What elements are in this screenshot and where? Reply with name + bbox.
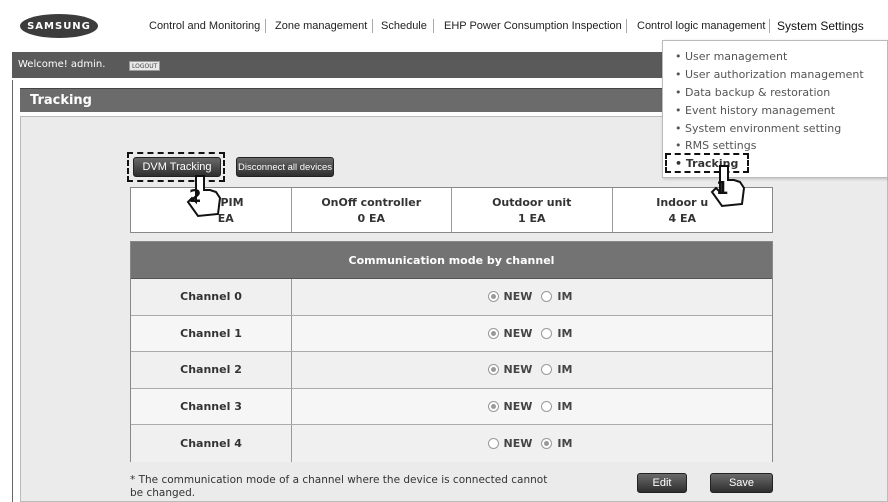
edit-button[interactable]: Edit (637, 473, 687, 493)
count-label: Outdoor unit (492, 195, 572, 209)
radio-label: NEW (503, 399, 533, 413)
disconnect-all-button[interactable]: Disconnect all devices (236, 157, 334, 177)
footnote: * The communication mode of a channel wh… (130, 474, 548, 499)
radio-new[interactable] (487, 327, 499, 339)
channel-label: Channel 1 (131, 315, 292, 351)
radio-im[interactable] (541, 437, 553, 449)
save-button[interactable]: Save (710, 473, 773, 493)
logout-button[interactable]: LOGOUT (129, 61, 161, 71)
menu-item-system-environment[interactable]: • System environment setting (675, 122, 841, 135)
radio-new[interactable] (487, 364, 499, 376)
nav-zone-management[interactable]: Zone management (275, 20, 367, 32)
count-value: 0 EA (357, 211, 385, 225)
radio-label: NEW (503, 290, 533, 304)
radio-label: NEW (503, 326, 533, 340)
nav-control-monitoring[interactable]: Control and Monitoring (149, 20, 260, 32)
channel-mode-table: Communication mode by channel Channel 0N… (130, 241, 773, 462)
channel-label: Channel 0 (131, 279, 292, 315)
count-cell-onoff: OnOff controller 0 EA (292, 188, 452, 232)
channel-label: Channel 2 (131, 352, 292, 388)
menu-item-user-management[interactable]: • User management (675, 50, 787, 63)
page-title: Tracking (30, 93, 92, 108)
radio-new[interactable] (487, 400, 499, 412)
menu-item-event-history[interactable]: • Event history management (675, 104, 835, 117)
radio-new[interactable] (487, 437, 499, 449)
step-number-1: 1 (716, 178, 729, 199)
channel-row: Channel 4 NEW IM (131, 425, 772, 462)
channel-mode-options: NEW IM (292, 316, 772, 352)
channel-mode-options: NEW IM (292, 389, 772, 425)
nav-ehp-power[interactable]: EHP Power Consumption Inspection (444, 20, 622, 32)
nav-divider (626, 19, 627, 33)
channel-label: Channel 3 (131, 388, 292, 424)
nav-divider (433, 19, 434, 33)
radio-label: IM (557, 326, 573, 340)
nav-system-settings[interactable]: System Settings (777, 19, 864, 33)
radio-im[interactable] (541, 291, 553, 303)
count-label: OnOff controller (321, 195, 422, 209)
count-value: 1 EA (517, 211, 546, 225)
nav-divider (265, 19, 266, 33)
radio-im[interactable] (541, 327, 553, 339)
channel-rows: Channel 0 NEW IM Channel 1 NEW IM Channel 2 NEW… (131, 279, 772, 462)
channel-row: Channel 2 NEW IM (131, 352, 772, 389)
channel-mode-options: NEW IM (292, 279, 772, 315)
step-number-2: 2 (189, 186, 202, 207)
count-cell-outdoor: Outdoor unit 1 EA (452, 188, 613, 232)
radio-label: NEW (503, 363, 533, 377)
channel-row: Channel 3 NEW IM (131, 388, 772, 425)
device-count-table: S-PIM EA OnOff controller 0 EA Outdoor u… (130, 187, 773, 233)
radio-im[interactable] (541, 364, 553, 376)
welcome-text: Welcome! admin. (18, 59, 106, 70)
nav-schedule[interactable]: Schedule (381, 20, 427, 32)
menu-item-user-authorization[interactable]: • User authorization management (675, 68, 864, 81)
menu-item-data-backup[interactable]: • Data backup & restoration (675, 86, 830, 99)
radio-label: NEW (503, 436, 533, 450)
radio-label: IM (557, 363, 573, 377)
channel-label: Channel 4 (131, 425, 292, 462)
radio-im[interactable] (541, 400, 553, 412)
nav-control-logic[interactable]: Control logic management (637, 20, 765, 32)
count-label: Indoor u (656, 195, 709, 209)
radio-label: IM (557, 436, 573, 450)
count-value: 4 EA (668, 211, 696, 225)
radio-label: IM (557, 290, 573, 304)
menu-item-rms-settings[interactable]: • RMS settings (675, 139, 756, 152)
samsung-logo[interactable]: SAMSUNG (20, 14, 98, 38)
nav-divider (769, 19, 770, 33)
nav-divider (372, 19, 373, 33)
channel-mode-options: NEW IM (292, 352, 772, 388)
channel-row: Channel 1 NEW IM (131, 315, 772, 352)
channel-table-header: Communication mode by channel (131, 242, 772, 279)
channel-row: Channel 0 NEW IM (131, 279, 772, 316)
radio-label: IM (557, 399, 573, 413)
radio-new[interactable] (487, 291, 499, 303)
channel-mode-options: NEW IM (292, 425, 772, 462)
